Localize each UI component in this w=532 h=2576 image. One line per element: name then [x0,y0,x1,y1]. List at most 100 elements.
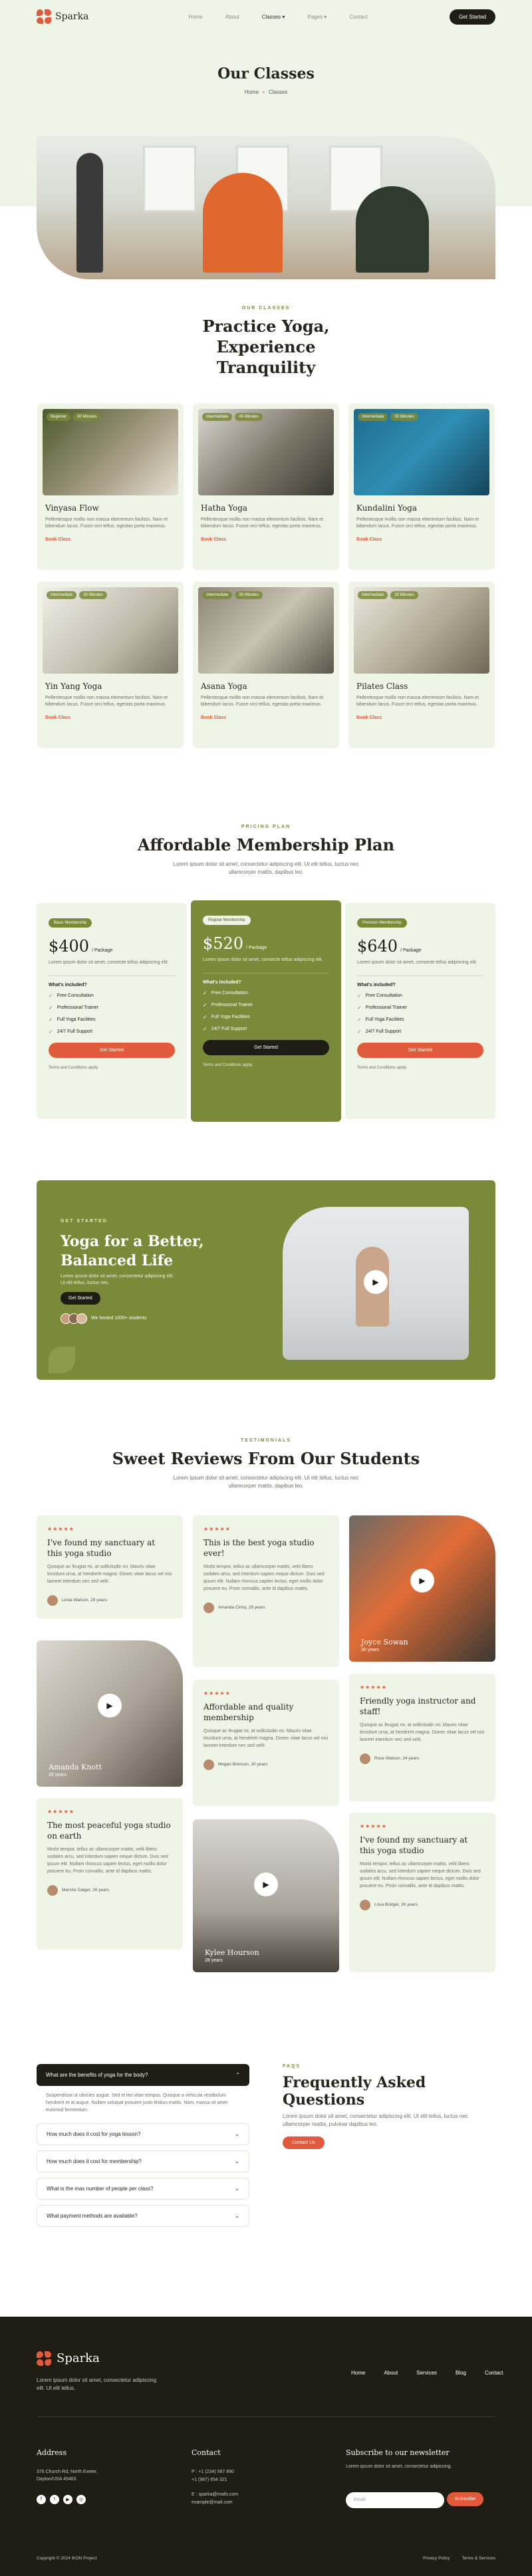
chevron-down-icon: ⌄ [235,2186,239,2192]
plan-desc: Lorem ipsum dolor sit amet, consecte tel… [49,960,169,965]
contact-us-button[interactable]: Contact Us [283,2136,325,2149]
faq-item[interactable]: What is the max number of people per cla… [37,2178,249,2200]
plan-price: $400/ Package [49,936,113,956]
class-card[interactable]: Intermediate 30 Minutes Pilates Class Pel… [348,581,495,748]
student-avatars: We hosted 1000+ students [61,1313,146,1324]
contact-heading: Contact [192,2448,221,2457]
plan-terms: Terms and Conditions apply. [203,1063,253,1068]
nav-link-pages[interactable]: Pages ▾ [307,14,327,20]
testimonial-body: Quisque ac feugiat mi, at sollicitudin m… [360,1723,485,1742]
avatar [203,1602,214,1613]
plan-get-started-button[interactable]: Get Started [203,1040,329,1056]
pricing-section: PRICING PLAN Affordable Membership Plan … [0,825,532,1122]
duration-badge: 30 Minutes [390,412,418,421]
book-class-link[interactable]: Book Class [201,537,331,542]
footer-link-contact[interactable]: Contact [485,2370,503,2376]
faq-item[interactable]: How much does it cost for membership? ⌄ [37,2150,249,2173]
hero-section: Sparka Home About Classes ▾ Pages ▾ Cont… [0,0,532,279]
chevron-down-icon: ⌄ [235,2158,239,2165]
nav-link-classes[interactable]: Classes ▾ [262,14,285,20]
testimonial-title: Friendly yoga instructor and staff! [360,1696,476,1717]
faq-item[interactable]: What payment methods are available? ⌄ [37,2205,249,2228]
testimonial-title: I've found my sanctuary at this yoga stu… [360,1835,468,1856]
rating-stars-icon: ★★★★★ [360,1684,387,1690]
video-testimonial: ▶ Kylee Hourson 28 years [193,1819,339,1972]
plan-feature: ✓ Free Consultation [203,990,248,997]
plan-tag: Basic Membership [49,918,92,928]
check-icon: ✓ [49,1005,53,1011]
testimonials-section: TESTIMONIALS Sweet Reviews From Our Stud… [0,1438,532,1997]
youtube-icon[interactable]: ▶ [63,2494,72,2504]
class-card[interactable]: Intermediate 30 Minutes Asana Yoga Pellen… [193,581,339,748]
cta-get-started-button[interactable]: Get Started [61,1291,100,1305]
nav-get-started-button[interactable]: Get Started [450,9,495,25]
class-name: Kundalini Yoga [356,503,417,513]
class-name: Pilates Class [356,681,408,691]
play-icon[interactable]: ▶ [364,1269,388,1294]
check-icon: ✓ [357,1029,362,1035]
footer-link-services[interactable]: Services [416,2370,437,2376]
plan-desc: Lorem ipsum dolor sit amet, consecte tel… [203,957,323,962]
plan-desc: Lorem ipsum dolor sit amet, consecte tel… [357,960,477,965]
faq-title: Frequently Asked Questions [283,2073,426,2109]
check-icon: ✓ [203,990,207,997]
faq-item-open[interactable]: What are the benefits of yoga for the bo… [37,2063,249,2086]
play-icon[interactable]: ▶ [254,1872,278,1896]
class-desc: Pellentesque mollis non massa elementum … [356,695,479,708]
leaf-decoration-icon [49,1346,75,1373]
breadcrumb-home[interactable]: Home [245,89,259,95]
plan-feature: ✓ 24/7 Full Support [203,1026,247,1033]
check-icon: ✓ [49,993,53,999]
footer-link-blog[interactable]: Blog [456,2370,466,2376]
testimonial-author: Marsha Galger, 26 years [47,1884,172,1896]
class-card[interactable]: Beginner 30 Minutes Vinyasa Flow Pellente… [37,403,184,570]
class-name: Yin Yang Yoga [45,681,102,691]
phone-2: +1 (987) 654 321 [192,2477,227,2482]
play-icon[interactable]: ▶ [410,1568,434,1593]
footer-link-about[interactable]: About [384,2370,398,2376]
faq-item[interactable]: How much does it cost for yoga lesson? ⌄ [37,2123,249,2146]
plan-tag: Regular Membership [203,915,251,925]
instagram-icon[interactable]: ◎ [76,2494,86,2504]
nav-link-contact[interactable]: Contact [349,14,368,20]
facebook-icon[interactable]: f [37,2494,46,2504]
pricing-plans: Basic Membership $400/ Package Lorem ips… [0,900,532,1122]
brand-logo[interactable]: Sparka [37,9,88,24]
footer-divider [37,2416,495,2417]
privacy-policy-link[interactable]: Privacy Policy [423,2556,450,2561]
check-icon: ✓ [357,1017,362,1023]
class-desc: Pellentesque mollis non massa elementum … [356,517,479,529]
terms-link[interactable]: Terms & Services [462,2556,495,2561]
check-icon: ✓ [203,1014,207,1021]
plan-get-started-button[interactable]: Get Started [49,1043,175,1059]
avatar [203,1759,214,1770]
nav-link-home[interactable]: Home [188,14,202,20]
class-card[interactable]: Intermediate 45 Minutes Hatha Yoga Pellen… [193,403,339,570]
class-card[interactable]: Intermediate 30 Minutes Yin Yang Yoga Pel… [37,581,184,748]
class-photo: Beginner 30 Minutes [43,408,178,495]
nav-link-about[interactable]: About [225,14,239,20]
plan-get-started-button[interactable]: Get Started [357,1043,483,1059]
faq-list: What are the benefits of yoga for the bo… [37,2063,249,2233]
included-title: What's included? [203,980,241,985]
play-icon[interactable]: ▶ [98,1693,122,1718]
avatar [47,1595,58,1606]
check-icon: ✓ [203,1026,207,1033]
book-class-link[interactable]: Book Class [201,715,331,720]
testimonials-title: Sweet Reviews From Our Students [112,1448,420,1468]
book-class-link[interactable]: Book Class [45,537,176,542]
footer-tagline: Lorem ipsum dolor sit amet, consectetur … [37,2377,157,2391]
footer-link-home[interactable]: Home [351,2370,365,2376]
class-card[interactable]: Intermediate 30 Minutes Kundalini Yoga Pe… [348,403,495,570]
twitter-icon[interactable]: t [50,2494,59,2504]
testimonial-title: This is the best yoga studio ever! [203,1537,315,1559]
book-class-link[interactable]: Book Class [45,715,176,720]
class-photo: Intermediate 30 Minutes [198,586,334,674]
cta-eyebrow: GET STARTED [61,1218,108,1224]
classes-eyebrow: OUR CLASSES [241,306,291,311]
book-class-link[interactable]: Book Class [356,715,487,720]
subscribe-button[interactable]: Subscribe [447,2492,484,2506]
book-class-link[interactable]: Book Class [356,537,487,542]
footer-logo[interactable]: Sparka [37,2351,100,2366]
newsletter-email-input[interactable]: Email [346,2492,444,2508]
